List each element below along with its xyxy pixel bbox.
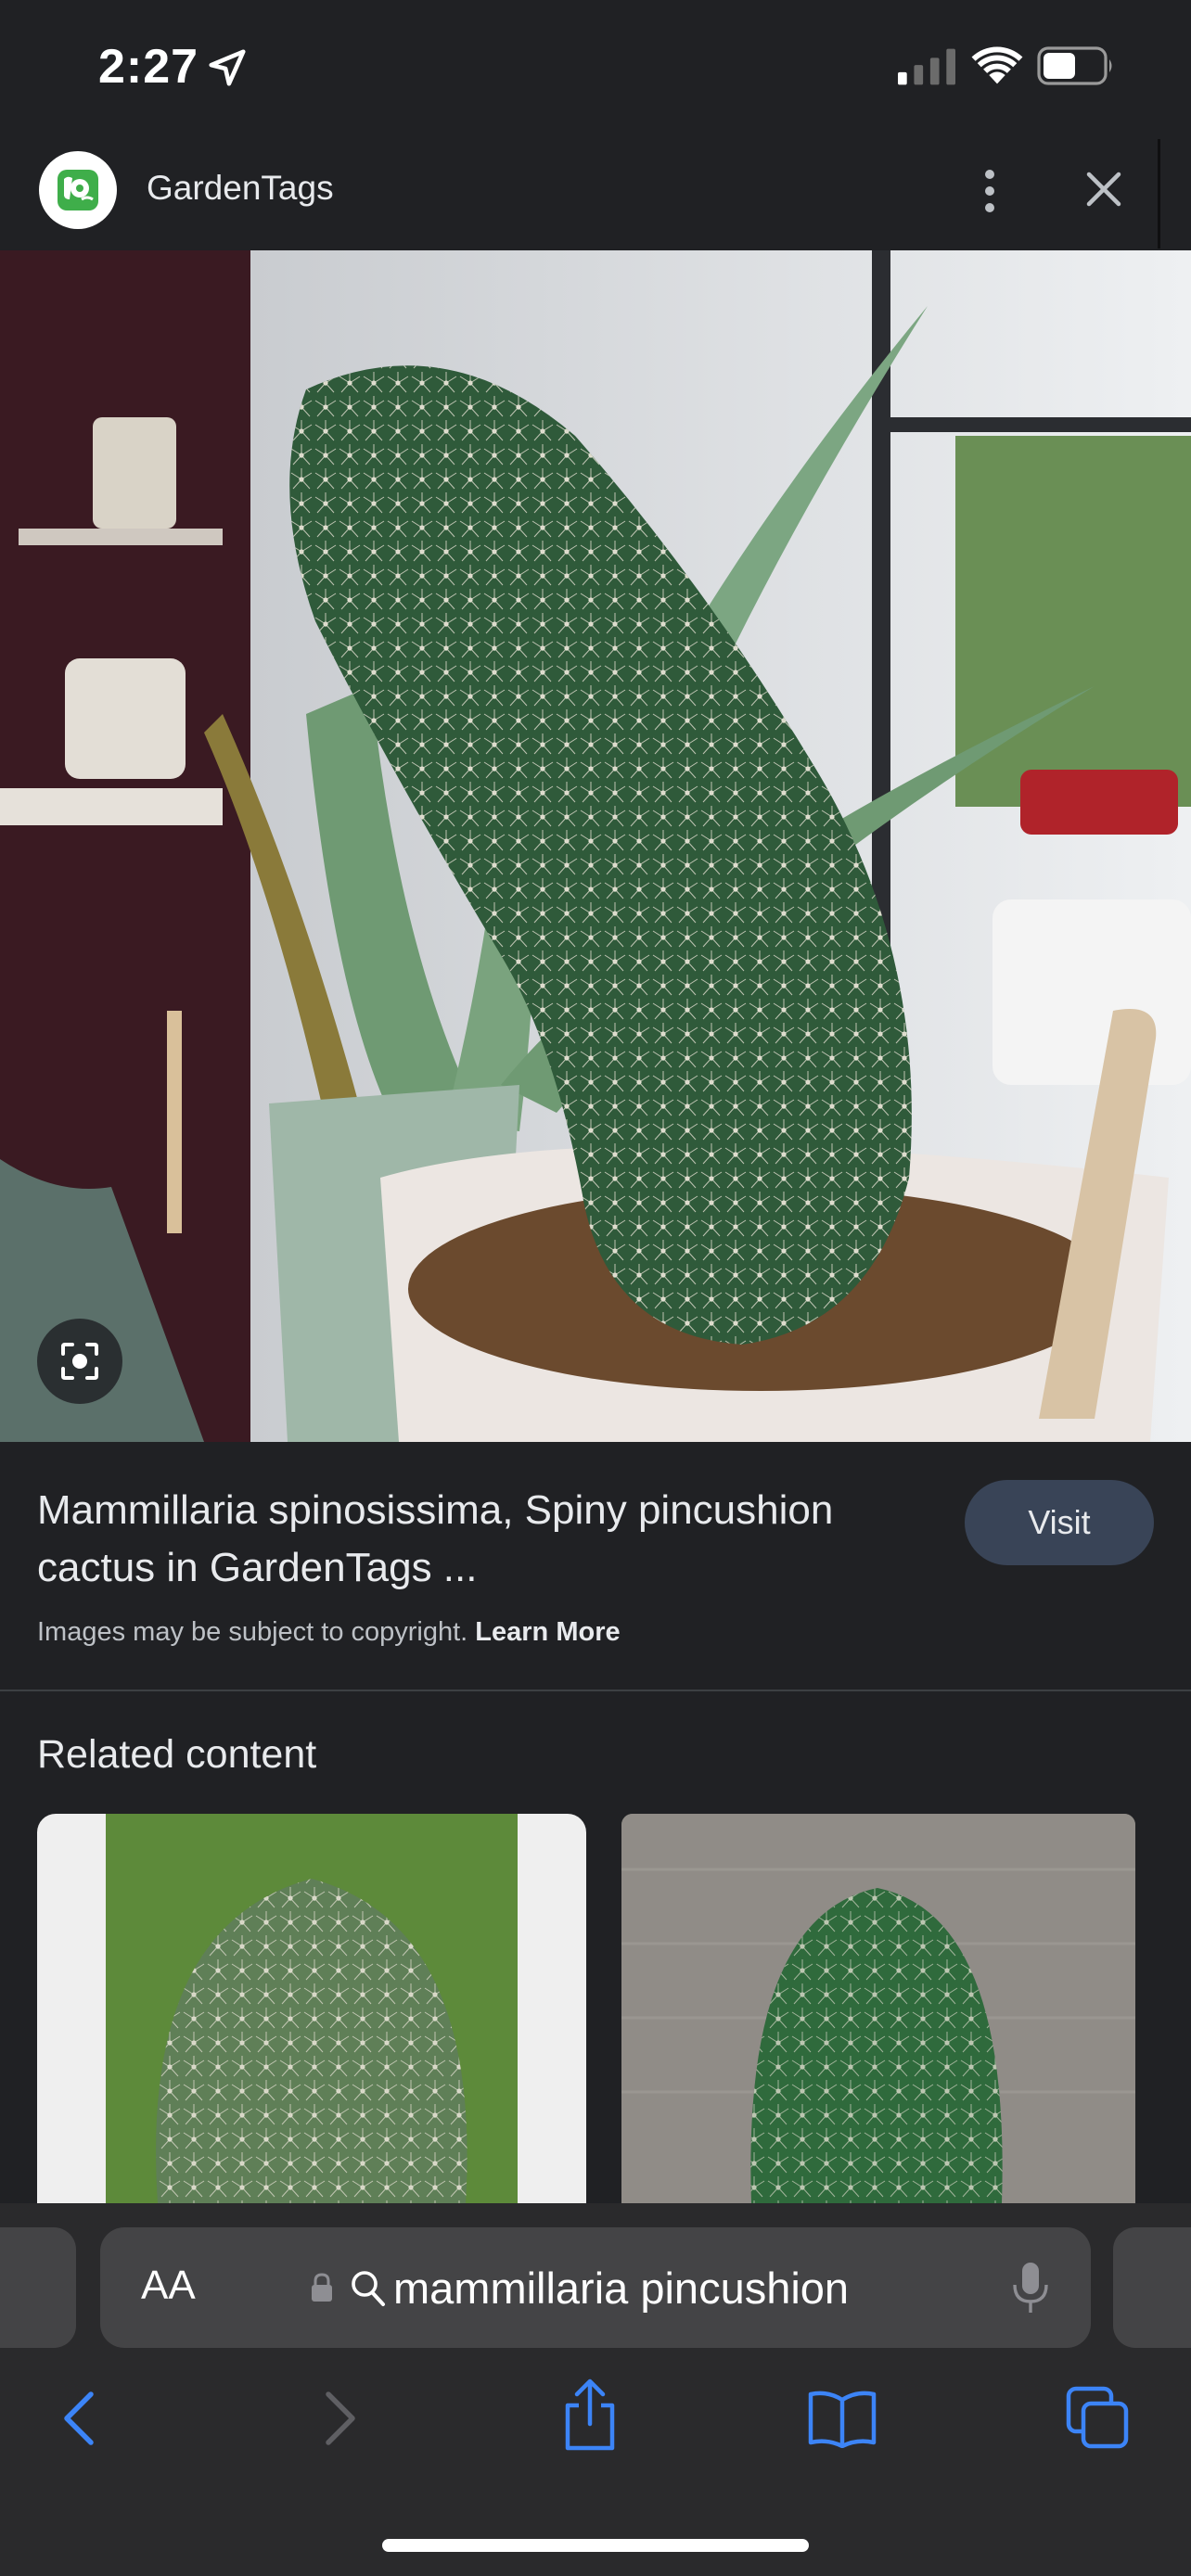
microphone-icon[interactable] <box>1011 2261 1050 2315</box>
next-tab-preview[interactable] <box>1113 2227 1191 2348</box>
site-name[interactable]: GardenTags <box>147 169 334 208</box>
forward-icon[interactable] <box>315 2389 364 2448</box>
learn-more-link[interactable]: Learn More <box>475 1617 620 1647</box>
back-icon[interactable] <box>56 2389 104 2448</box>
location-arrow-icon <box>209 49 246 86</box>
wifi-icon <box>971 46 1023 84</box>
share-icon[interactable] <box>560 2378 620 2452</box>
copyright-text: Images may be subject to copyright. <box>37 1617 468 1647</box>
header-divider <box>1158 139 1160 249</box>
cactus-photo[interactable] <box>0 250 1191 1442</box>
lock-icon <box>312 2273 332 2302</box>
more-vertical-icon[interactable] <box>970 165 1009 217</box>
cellular-signal-icon <box>898 48 955 85</box>
related-content-heading: Related content <box>37 1732 317 1777</box>
bookmarks-icon[interactable] <box>807 2389 877 2448</box>
related-image-card[interactable] <box>621 1814 1135 2203</box>
close-icon[interactable] <box>1082 167 1126 211</box>
result-title[interactable]: Mammillaria spinosissima, Spiny pincushi… <box>37 1482 928 1597</box>
related-image-card[interactable] <box>37 1814 586 2203</box>
address-text[interactable]: mammillaria pincushion <box>393 2263 849 2314</box>
gardentags-logo-icon <box>39 151 117 229</box>
copyright-notice: Images may be subject to copyright. Lear… <box>37 1617 621 1648</box>
tabs-icon[interactable] <box>1065 2385 1130 2450</box>
previous-tab-preview[interactable] <box>0 2227 76 2348</box>
section-divider <box>0 1690 1191 1691</box>
lens-search-icon[interactable] <box>37 1319 122 1404</box>
battery-icon <box>1037 46 1112 85</box>
page-settings-button[interactable]: AA <box>141 2263 196 2309</box>
home-indicator <box>382 2539 809 2552</box>
status-time: 2:27 <box>98 40 199 94</box>
search-icon <box>352 2271 385 2306</box>
visit-button[interactable]: Visit <box>965 1480 1154 1565</box>
